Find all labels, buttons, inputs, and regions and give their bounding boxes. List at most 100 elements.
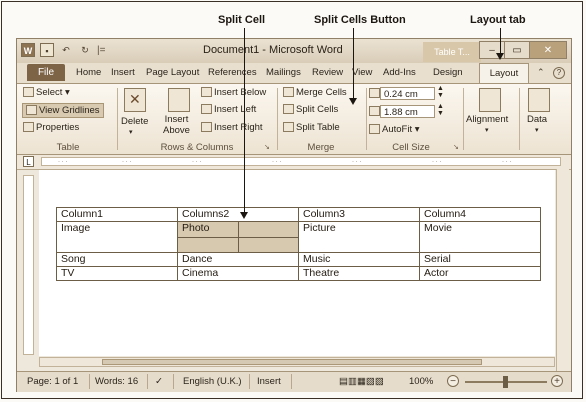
view-gridlines-button[interactable]: View Gridlines [22,103,104,118]
ruler-tick: · · · [122,159,132,165]
table-cell[interactable]: Column4 [419,207,541,222]
autofit-button[interactable]: AutoFit ▾ [369,124,420,135]
view-buttons-icon[interactable]: ▤▥▦▧▨ [339,376,384,387]
insert-left-icon [201,104,212,115]
page-count[interactable]: Page: 1 of 1 [27,376,78,387]
table-cell[interactable]: Cinema [177,266,299,281]
gridlines-icon [26,105,37,116]
status-separator [291,374,292,389]
alignment-button[interactable]: Alignment [466,114,508,125]
delete-button[interactable]: Delete [121,116,148,127]
row-height-input[interactable]: 0.24 cm [380,87,435,100]
tab-mailings[interactable]: Mailings [266,67,301,78]
table-cell[interactable]: Columns2 [177,207,299,222]
status-separator [147,374,148,389]
data-dropdown-icon[interactable]: ▾ [535,126,539,134]
minimize-ribbon-icon[interactable]: ⌃ [537,67,545,78]
split-cells-icon [283,104,294,115]
insert-below-button[interactable]: Insert Below [201,87,266,98]
maximize-icon[interactable]: ▭ [504,41,530,59]
table-cell[interactable]: Music [298,252,420,267]
merge-cells-icon [283,87,294,98]
window-title: Document1 - Microsoft Word [203,44,343,56]
tab-insert[interactable]: Insert [111,67,135,78]
delete-table-icon: ✕ [124,88,146,112]
autofit-icon [369,124,380,135]
language-indicator[interactable]: English (U.K.) [183,376,242,387]
alignment-dropdown-icon[interactable]: ▾ [485,126,489,134]
group-separator [463,88,464,150]
document-table[interactable]: Column1 Columns2 Column3 Column4 Image P… [56,207,541,281]
layout-tab-arrow [500,28,501,53]
tab-selector-icon[interactable]: L [23,156,34,167]
group-separator [277,88,278,150]
tab-layout[interactable]: Layout [479,63,529,83]
ruler-tick: · · · [352,159,362,165]
split-table-button[interactable]: Split Table [283,122,340,133]
qat-separator: |= [97,44,106,56]
table-cell[interactable]: Theatre [298,266,420,281]
split-cell[interactable]: Photo [177,221,239,238]
proofing-icon[interactable]: ✓ [155,376,163,387]
row-height-spinner-icon[interactable]: ▲ ▼ [437,85,444,99]
delete-dropdown-icon[interactable]: ▾ [129,128,133,136]
table-cell[interactable]: Column1 [56,207,178,222]
table-cell[interactable]: Image [56,221,178,253]
table-cell[interactable]: Column3 [298,207,420,222]
zoom-out-icon[interactable]: − [447,375,459,387]
group-separator [117,88,118,150]
properties-button[interactable]: Properties [23,122,79,133]
tab-view[interactable]: View [352,67,372,78]
tab-page-layout[interactable]: Page Layout [146,67,199,78]
column-width-spinner-icon[interactable]: ▲ ▼ [437,103,444,117]
status-bar: Page: 1 of 1 Words: 16 ✓ English (U.K.) … [17,371,571,392]
save-icon[interactable]: ▪ [40,43,54,57]
horizontal-scroll-thumb[interactable] [102,359,482,365]
table-row: Column1 Columns2 Column3 Column4 [56,207,541,222]
insert-right-button[interactable]: Insert Right [201,122,263,133]
document-page[interactable]: Column1 Columns2 Column3 Column4 Image P… [39,170,555,356]
split-cell[interactable] [238,236,299,253]
help-icon[interactable]: ? [553,67,565,79]
close-icon[interactable]: ✕ [529,41,567,59]
split-cells-button-arrowhead [349,98,357,105]
word-count[interactable]: Words: 16 [95,376,138,387]
cell-size-launcher-icon[interactable]: ↘ [453,143,459,151]
insert-left-button[interactable]: Insert Left [201,104,256,115]
tab-home[interactable]: Home [76,67,101,78]
zoom-level[interactable]: 100% [409,376,433,387]
table-cell[interactable]: Movie [419,221,541,253]
insert-above-button[interactable]: Insert Above [163,114,190,136]
table-cell[interactable]: TV [56,266,178,281]
vertical-ruler [23,175,34,355]
select-button[interactable]: Select ▾ [23,87,70,98]
column-width-input[interactable]: 1.88 cm [380,105,435,118]
tab-references[interactable]: References [208,67,257,78]
row-height-icon [369,88,380,98]
table-cell[interactable]: Song [56,252,178,267]
rows-columns-group-label: Rows & Columns [160,142,234,153]
undo-icon[interactable]: ↶ [59,43,73,57]
horizontal-scrollbar[interactable] [39,357,555,367]
data-button[interactable]: Data [527,114,547,125]
table-cell[interactable]: Serial [419,252,541,267]
redo-icon[interactable]: ↻ [78,43,92,57]
zoom-in-icon[interactable]: + [551,375,563,387]
split-cell[interactable] [177,236,239,253]
zoom-slider-thumb[interactable] [503,376,508,388]
table-cell[interactable]: Picture [298,221,420,253]
data-icon [528,88,550,112]
vertical-scrollbar[interactable] [556,169,569,371]
split-cell[interactable] [238,221,299,238]
tab-design[interactable]: Design [433,67,463,78]
table-cell[interactable]: Dance [177,252,299,267]
word-icon: W [21,43,35,57]
tab-add-ins[interactable]: Add-Ins [383,67,416,78]
tab-file[interactable]: File [27,64,65,81]
split-cells-button[interactable]: Split Cells [283,104,338,115]
table-cell[interactable]: Actor [419,266,541,281]
merge-cells-button[interactable]: Merge Cells [283,87,347,98]
insert-mode[interactable]: Insert [257,376,281,387]
rows-columns-launcher-icon[interactable]: ↘ [264,143,270,151]
tab-review[interactable]: Review [312,67,343,78]
